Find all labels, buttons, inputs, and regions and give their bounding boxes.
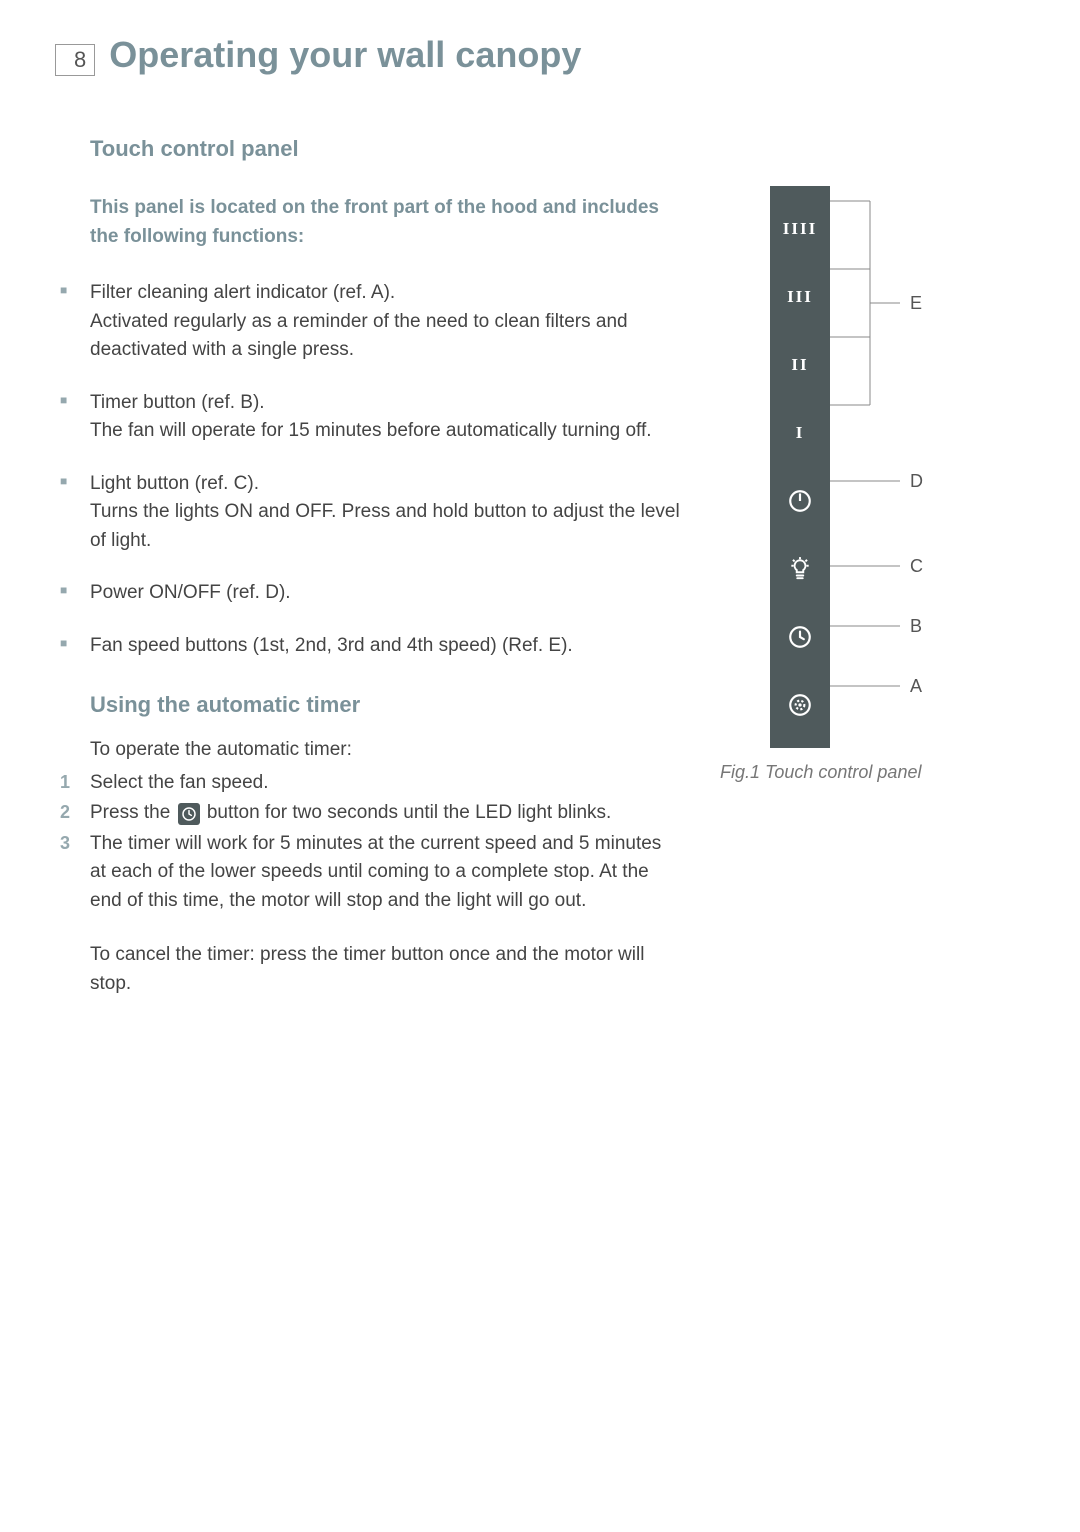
page-header: 8 Operating your wall canopy xyxy=(55,34,1025,76)
intro-text: This panel is located on the front part … xyxy=(90,194,680,251)
figure-caption: Fig.1 Touch control panel xyxy=(720,762,1000,783)
filter-icon xyxy=(770,676,830,734)
step-text-a: Press the xyxy=(90,802,176,823)
bullet-desc: Activated regularly as a reminder of the… xyxy=(90,308,680,365)
label-c: C xyxy=(910,556,923,577)
bullet-lead: Power ON/OFF (ref. D). xyxy=(90,582,291,603)
function-list: Filter cleaning alert indicator (ref. A)… xyxy=(90,279,680,660)
list-item: Filter cleaning alert indicator (ref. A)… xyxy=(90,279,680,365)
step-item: The timer will work for 5 minutes at the… xyxy=(90,830,680,916)
bullet-desc: Turns the lights ON and OFF. Press and h… xyxy=(90,498,680,555)
touch-control-panel: IIII III II I xyxy=(770,186,830,748)
bullet-desc: The fan will operate for 15 minutes befo… xyxy=(90,417,680,446)
light-icon xyxy=(770,540,830,598)
list-item: Power ON/OFF (ref. D). xyxy=(90,579,680,608)
page-title: Operating your wall canopy xyxy=(109,34,581,76)
label-e: E xyxy=(910,293,922,314)
speed-3-button: III xyxy=(770,268,830,326)
step-text-b: button for two seconds until the LED lig… xyxy=(202,802,612,823)
page-number-box: 8 xyxy=(55,44,95,76)
cancel-note: To cancel the timer: press the timer but… xyxy=(90,941,680,998)
label-b: B xyxy=(910,616,922,637)
bullet-lead: Fan speed buttons (1st, 2nd, 3rd and 4th… xyxy=(90,635,573,656)
label-d: D xyxy=(910,471,923,492)
section-title-timer: Using the automatic timer xyxy=(90,692,680,718)
leader-lines xyxy=(830,186,920,746)
speed-4-button: IIII xyxy=(770,200,830,258)
clock-icon xyxy=(770,608,830,666)
section-title-panel: Touch control panel xyxy=(90,136,680,162)
clock-icon xyxy=(178,803,200,825)
timer-intro: To operate the automatic timer: xyxy=(90,736,680,765)
bullet-lead: Timer button (ref. B). xyxy=(90,392,265,413)
speed-2-button: II xyxy=(770,336,830,394)
label-a: A xyxy=(910,676,922,697)
step-item: Press the button for two seconds until t… xyxy=(90,799,680,828)
list-item: Fan speed buttons (1st, 2nd, 3rd and 4th… xyxy=(90,632,680,661)
step-item: Select the fan speed. xyxy=(90,769,680,798)
speed-1-button: I xyxy=(770,404,830,462)
bullet-lead: Light button (ref. C). xyxy=(90,473,259,494)
bullet-lead: Filter cleaning alert indicator (ref. A)… xyxy=(90,282,395,303)
list-item: Light button (ref. C). Turns the lights … xyxy=(90,470,680,556)
list-item: Timer button (ref. B). The fan will oper… xyxy=(90,389,680,446)
power-icon xyxy=(770,472,830,530)
steps-list: Select the fan speed. Press the button f… xyxy=(90,769,680,916)
figure-column: IIII III II I xyxy=(720,136,1000,998)
main-text-column: Touch control panel This panel is locate… xyxy=(55,136,680,998)
